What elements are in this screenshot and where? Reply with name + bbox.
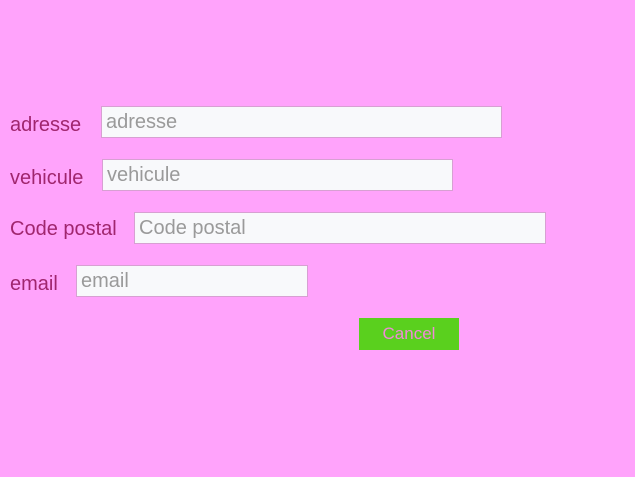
adresse-input[interactable]: [101, 106, 502, 138]
vehicule-input[interactable]: [102, 159, 453, 191]
adresse-label: adresse: [10, 114, 82, 136]
email-label: email: [10, 273, 58, 295]
email-input[interactable]: [76, 265, 308, 297]
cancel-button[interactable]: Cancel: [359, 318, 459, 350]
vehicule-label: vehicule: [10, 167, 84, 189]
code-postal-input[interactable]: [134, 212, 546, 244]
code-postal-label: Code postal: [10, 218, 117, 240]
